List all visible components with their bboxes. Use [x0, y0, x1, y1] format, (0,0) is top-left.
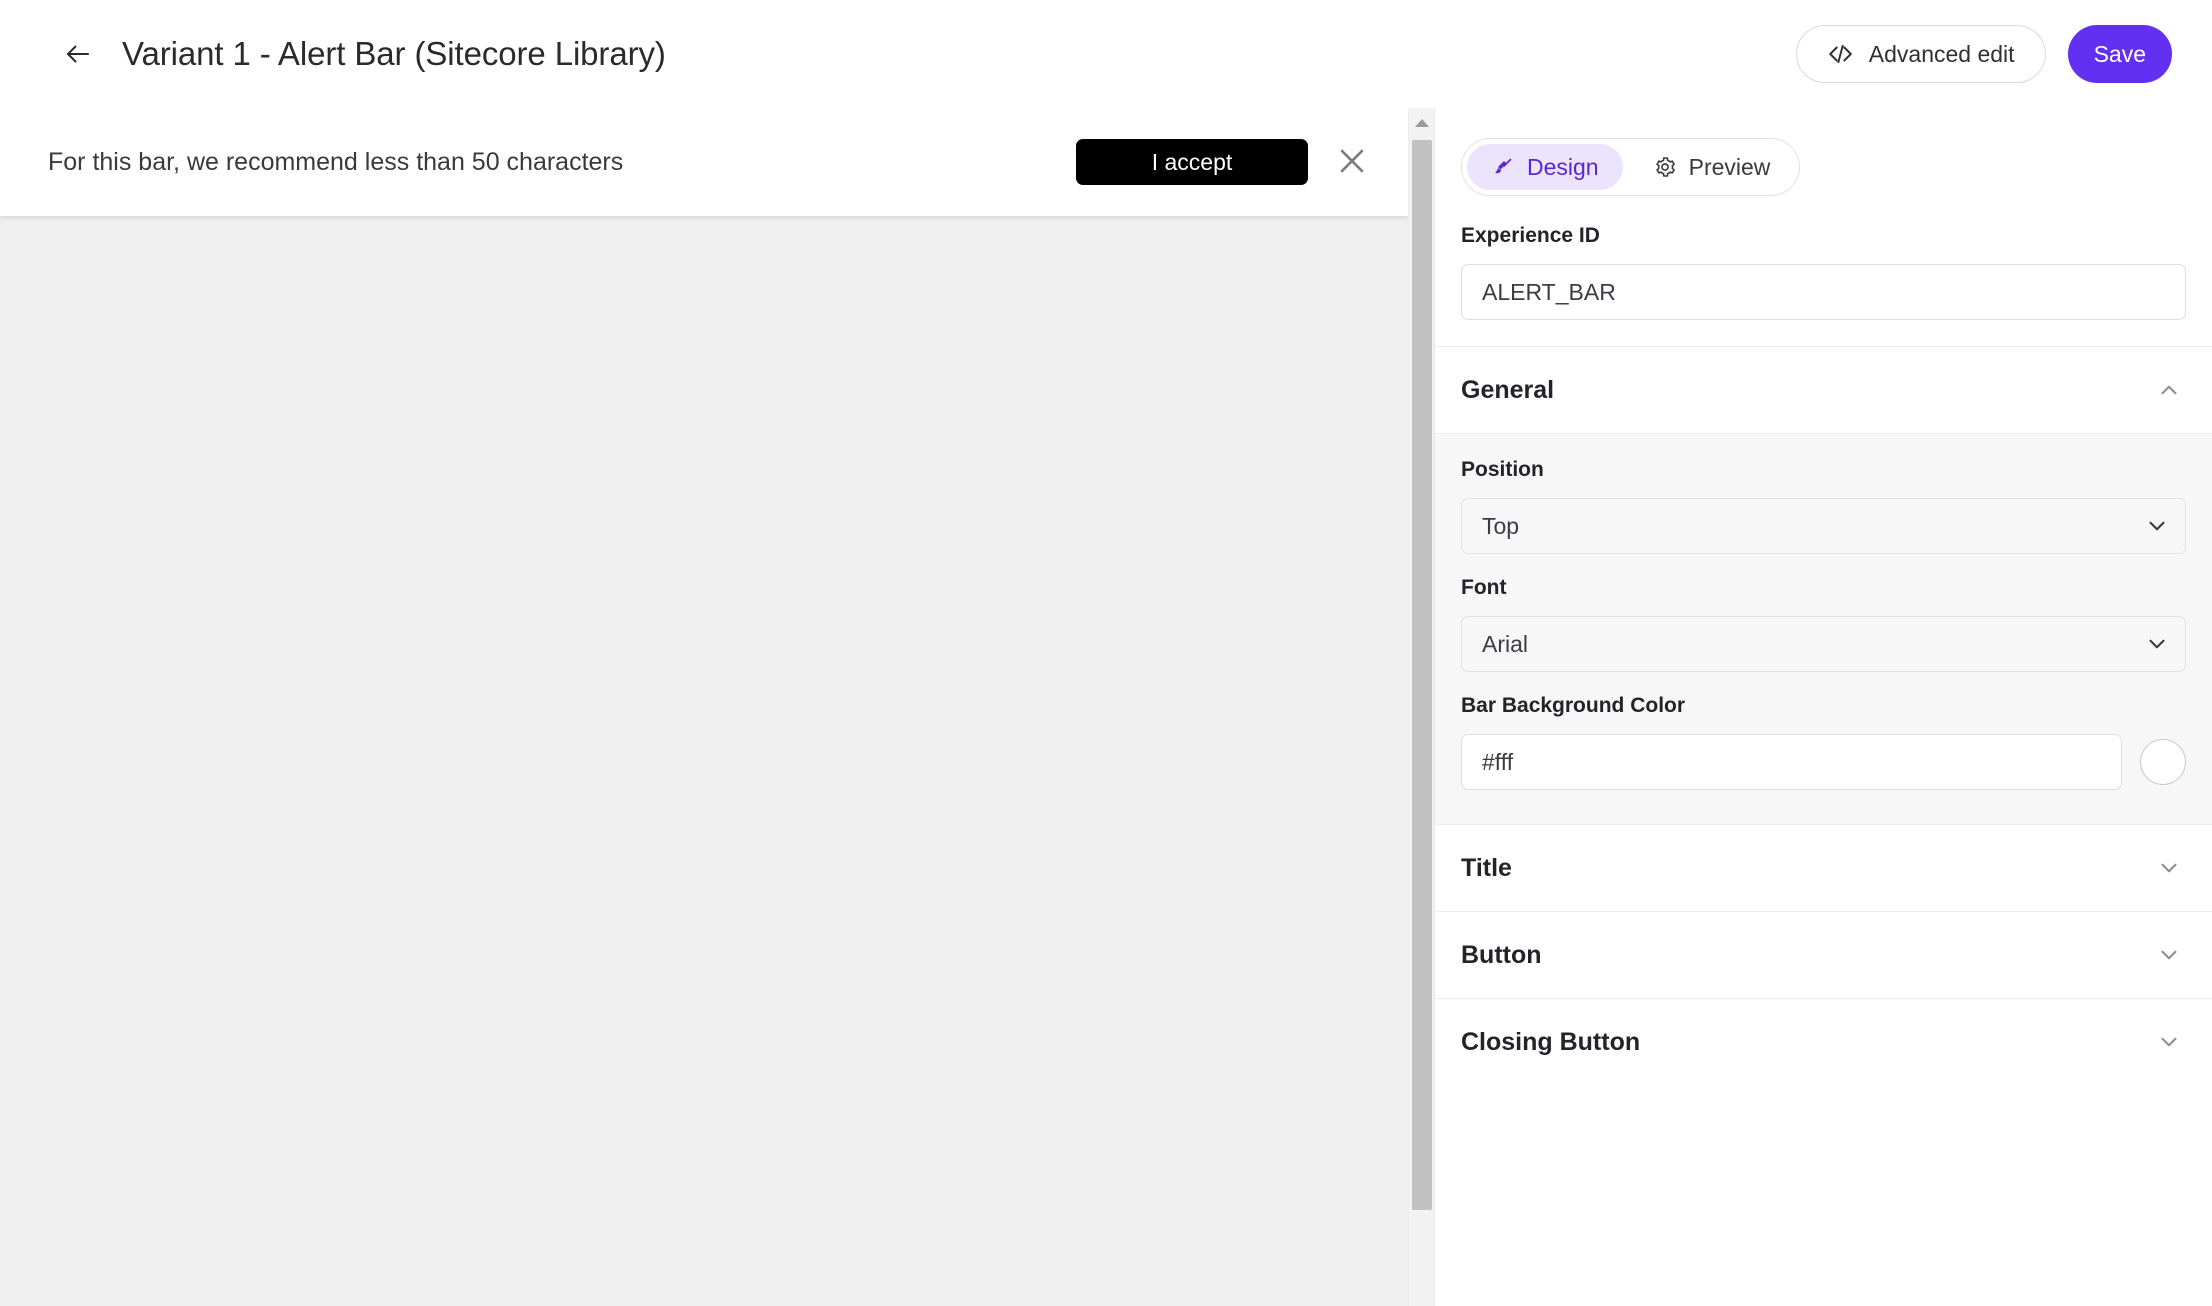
- code-icon: [1827, 41, 1853, 67]
- scrollbar-thumb[interactable]: [1412, 140, 1432, 1210]
- font-select-wrap: Arial: [1461, 616, 2186, 672]
- chevron-down-icon[interactable]: [2152, 938, 2186, 972]
- section-button-label: Button: [1461, 940, 1542, 969]
- alert-bar-message: For this bar, we recommend less than 50 …: [48, 147, 624, 176]
- scroll-up-arrow-icon[interactable]: [1409, 108, 1434, 138]
- position-label: Position: [1461, 458, 1544, 481]
- font-select[interactable]: Arial: [1461, 616, 2186, 672]
- section-title-header[interactable]: Title: [1435, 825, 2212, 911]
- settings-panel: Design Preview Experience ID ALERT_BAR G…: [1434, 108, 2212, 1306]
- advanced-edit-button[interactable]: Advanced edit: [1795, 25, 2046, 83]
- font-label: Font: [1461, 576, 1507, 599]
- preview-canvas: For this bar, we recommend less than 50 …: [0, 108, 1434, 1306]
- experience-id-block: Experience ID: [1435, 196, 2212, 346]
- tab-design[interactable]: Design: [1467, 144, 1623, 190]
- tab-preview[interactable]: Preview: [1629, 144, 1795, 190]
- section-closing-button-label: Closing Button: [1461, 1027, 1641, 1056]
- position-select-value: Top: [1482, 512, 1520, 539]
- bar-background-color-label: Bar Background Color: [1461, 694, 1686, 717]
- page-title: Variant 1 - Alert Bar (Sitecore Library): [122, 35, 666, 72]
- tab-design-label: Design: [1527, 153, 1599, 180]
- position-select[interactable]: Top: [1461, 498, 2186, 554]
- section-general-title: General: [1461, 375, 1555, 404]
- close-icon: [1335, 144, 1369, 181]
- panel-tab-group: Design Preview: [1461, 138, 1801, 196]
- section-title: Title: [1435, 824, 2212, 911]
- section-general-body: Position Top Font Arial Bar Background C…: [1435, 433, 2212, 824]
- section-closing-button: Closing Button: [1435, 998, 2212, 1085]
- advanced-edit-label: Advanced edit: [1868, 40, 2015, 67]
- arrow-left-icon: [63, 39, 93, 69]
- experience-id-input[interactable]: [1461, 264, 2186, 320]
- font-field: Font Arial: [1461, 576, 2186, 672]
- section-button: Button: [1435, 911, 2212, 998]
- panel-tabs-area: Design Preview: [1435, 108, 2212, 196]
- section-title-label: Title: [1461, 853, 1512, 882]
- top-header-bar: Variant 1 - Alert Bar (Sitecore Library)…: [0, 0, 2212, 108]
- brush-icon: [1491, 155, 1515, 179]
- alert-bar-close-button[interactable]: [1324, 134, 1380, 190]
- section-general-header[interactable]: General: [1435, 347, 2212, 433]
- app-root: Variant 1 - Alert Bar (Sitecore Library)…: [0, 0, 2212, 1306]
- preview-canvas-surface: For this bar, we recommend less than 50 …: [0, 108, 1408, 1306]
- chevron-down-icon[interactable]: [2152, 1025, 2186, 1059]
- color-swatch[interactable]: [2140, 739, 2186, 785]
- back-button[interactable]: [56, 32, 100, 76]
- alert-bar-preview: For this bar, we recommend less than 50 …: [0, 108, 1408, 216]
- gear-icon: [1653, 155, 1677, 179]
- section-button-header[interactable]: Button: [1435, 912, 2212, 998]
- position-select-wrap: Top: [1461, 498, 2186, 554]
- position-field: Position Top: [1461, 458, 2186, 554]
- chevron-down-icon[interactable]: [2152, 851, 2186, 885]
- section-closing-button-header[interactable]: Closing Button: [1435, 999, 2212, 1085]
- body-split: For this bar, we recommend less than 50 …: [0, 108, 2212, 1306]
- bar-background-color-row: [1461, 734, 2186, 790]
- font-select-value: Arial: [1482, 630, 1529, 657]
- preview-scrollbar[interactable]: [1408, 108, 1434, 1306]
- experience-id-label: Experience ID: [1461, 224, 1600, 247]
- chevron-up-icon[interactable]: [2152, 373, 2186, 407]
- tab-preview-label: Preview: [1688, 153, 1771, 180]
- alert-bar-accept-button[interactable]: I accept: [1076, 139, 1308, 185]
- bar-background-color-field: Bar Background Color: [1461, 694, 2186, 790]
- section-general: General Position Top Font Arial Bar Back…: [1435, 346, 2212, 824]
- save-button[interactable]: Save: [2067, 25, 2172, 83]
- bar-background-color-input[interactable]: [1461, 734, 2122, 790]
